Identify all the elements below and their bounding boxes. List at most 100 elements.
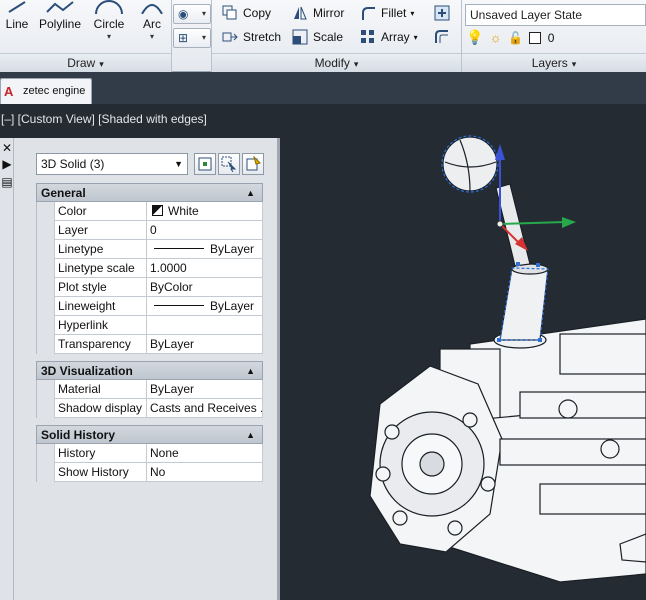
hatch-dropdown-button[interactable]: ⊞ ▾	[173, 28, 211, 48]
prop-name: Plot style	[54, 278, 147, 297]
hatch-icon: ⊞	[178, 31, 189, 45]
arc-label: Arc	[143, 17, 161, 31]
prop-value-plot-style[interactable]: ByColor	[147, 278, 263, 297]
chevron-down-icon: ▼	[174, 159, 183, 169]
chevron-down-icon[interactable]: ▾	[414, 33, 418, 42]
arc-dropdown-icon[interactable]: ▾	[136, 32, 168, 41]
arc-tool[interactable]: Arc ▾	[136, 0, 168, 52]
transmission-housing	[369, 318, 646, 583]
modify-panel-title[interactable]: Modify ▾	[212, 53, 461, 72]
quick-select-icon	[246, 156, 261, 171]
prop-value-linetype[interactable]: ByLayer	[147, 240, 263, 259]
chevron-down-icon: ▾	[201, 9, 206, 18]
stretch-button[interactable]: Stretch	[222, 29, 281, 49]
polyline-tool[interactable]: Polyline	[36, 0, 84, 52]
layers-panel-title[interactable]: Layers ▾	[462, 53, 646, 72]
prop-name: Linetype scale	[54, 259, 147, 278]
prop-value-show-history[interactable]: No	[147, 463, 263, 482]
close-icon[interactable]: ✕	[1, 142, 13, 154]
settings-icon-button[interactable]	[434, 5, 455, 25]
offset-icon	[434, 29, 450, 45]
modify-extra-icon	[434, 5, 450, 21]
fillet-icon	[360, 5, 376, 21]
prop-row-plot-style[interactable]: Plot style ByColor	[36, 278, 263, 297]
color-swatch-icon	[152, 205, 163, 217]
view-dropdown-button[interactable]: ◉ ▾	[173, 4, 211, 24]
layers-panel-label: Layers	[531, 56, 568, 70]
properties-palette: 3D Solid (3) ▼ General ▲ Color White Layer…	[14, 138, 280, 600]
circle-tool[interactable]: Circle ▾	[88, 0, 130, 52]
prop-value-lineweight[interactable]: ByLayer	[147, 297, 263, 316]
draw-panel: Line Polyline Circle ▾ Arc ▾ Draw ▾	[0, 0, 172, 72]
prop-row-history[interactable]: History None	[36, 444, 263, 463]
select-objects-button[interactable]	[218, 153, 240, 175]
chevron-down-icon[interactable]: ▾	[410, 9, 414, 18]
collapse-icon[interactable]: ▲	[246, 426, 255, 445]
prop-row-linetype[interactable]: Linetype ByLayer	[36, 240, 263, 259]
ribbon: Line Polyline Circle ▾ Arc ▾ Draw ▾ ◉ ▾ ⊞ ▾	[0, 0, 646, 72]
line-icon	[8, 1, 26, 13]
prop-name: Shadow display	[54, 399, 147, 418]
prop-value-layer[interactable]: 0	[147, 221, 263, 240]
prop-row-lineweight[interactable]: Lineweight ByLayer	[36, 297, 263, 316]
scale-button[interactable]: Scale	[292, 29, 343, 49]
chevron-down-icon: ▾	[99, 59, 104, 69]
prop-row-shadow-display[interactable]: Shadow display Casts and Receives ...	[36, 399, 263, 418]
autocad-logo-icon: A	[4, 84, 14, 99]
layer-color-swatch	[529, 31, 542, 44]
palette-properties-icon[interactable]: ▤	[1, 176, 13, 188]
array-button[interactable]: Array ▾	[360, 29, 418, 49]
lineweight-preview-icon	[154, 305, 204, 307]
prop-row-layer[interactable]: Layer 0	[36, 221, 263, 240]
prop-row-transparency[interactable]: Transparency ByLayer	[36, 335, 263, 354]
prop-value-transparency[interactable]: ByLayer	[147, 335, 263, 354]
polyline-icon	[46, 1, 74, 13]
prop-value-material[interactable]: ByLayer	[147, 380, 263, 399]
prop-row-hyperlink[interactable]: Hyperlink	[36, 316, 263, 335]
lock-icon: 🔓	[508, 30, 523, 45]
prop-row-color[interactable]: Color White	[36, 202, 263, 221]
line-tool[interactable]: Line	[0, 0, 34, 52]
section-3d-visualization[interactable]: 3D Visualization ▲	[36, 361, 263, 380]
prop-value-color[interactable]: White	[147, 202, 263, 221]
arc-icon	[141, 4, 163, 14]
sun-icon: ☼	[489, 30, 502, 45]
current-layer-dropdown[interactable]: 💡 ☼ 🔓 0	[466, 29, 557, 49]
prop-row-linetype-scale[interactable]: Linetype scale 1.0000	[36, 259, 263, 278]
prop-value-history[interactable]: None	[147, 444, 263, 463]
collapse-icon[interactable]: ▲	[246, 362, 255, 381]
fillet-button[interactable]: Fillet ▾	[360, 5, 414, 25]
file-tab[interactable]: A zetec engine	[0, 78, 92, 104]
prop-value-shadow-display[interactable]: Casts and Receives ...	[147, 399, 263, 418]
copy-button[interactable]: Copy	[222, 5, 271, 25]
prop-row-show-history[interactable]: Show History No	[36, 463, 263, 482]
section-solid-history[interactable]: Solid History ▲	[36, 425, 263, 444]
draw-panel-title[interactable]: Draw ▾	[0, 53, 171, 72]
file-tab-bar: A zetec engine	[0, 72, 646, 104]
chevron-down-icon: ▾	[353, 59, 359, 69]
chevron-down-icon: ▾	[201, 33, 206, 42]
quick-select-button[interactable]	[242, 153, 264, 175]
section-general[interactable]: General ▲	[36, 183, 263, 202]
chevron-down-icon: ▾	[571, 59, 577, 69]
toggle-pickadd-button[interactable]	[194, 153, 216, 175]
prop-name: Linetype	[54, 240, 147, 259]
collapse-icon[interactable]: ▲	[246, 184, 255, 203]
prop-value-hyperlink[interactable]	[147, 316, 263, 335]
prop-name: Material	[54, 380, 147, 399]
circle-dropdown-icon[interactable]: ▾	[88, 32, 130, 41]
circle-icon	[95, 0, 123, 14]
shifter-cone	[442, 136, 549, 349]
select-objects-icon	[221, 156, 237, 172]
layer-state-dropdown[interactable]: Unsaved Layer State	[465, 4, 646, 26]
mirror-button[interactable]: Mirror	[292, 5, 344, 25]
stretch-icon	[222, 29, 238, 45]
prop-value-linetype-scale[interactable]: 1.0000	[147, 259, 263, 278]
modify-extra-button[interactable]	[434, 29, 455, 49]
modify-panel-label: Modify	[314, 56, 350, 70]
prop-name: Lineweight	[54, 297, 147, 316]
object-selection-dropdown[interactable]: 3D Solid (3) ▼	[36, 153, 188, 175]
auto-hide-icon[interactable]: ▶	[1, 158, 13, 170]
prop-name: Hyperlink	[54, 316, 147, 335]
prop-row-material[interactable]: Material ByLayer	[36, 380, 263, 399]
